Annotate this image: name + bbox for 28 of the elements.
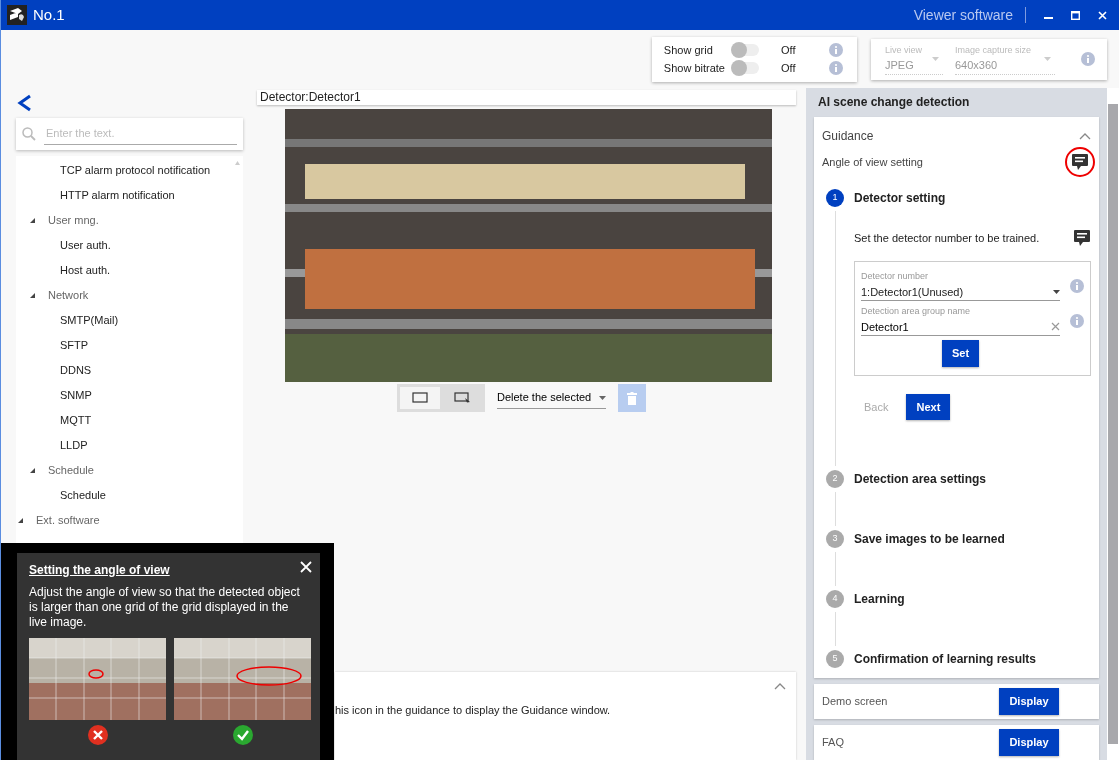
guidance-title: Guidance [822,128,874,145]
step-number: 2 [826,470,844,488]
dropdown-field: Live view JPEG [885,43,943,75]
popup-text: Adjust the angle of view so that the detected object is larger than one grid of the grid displayed in the live image. [29,585,301,630]
link-label: Demo screen [822,694,888,710]
option-label: Show grid [663,42,714,58]
option-value: Off [781,42,797,58]
app-name: Viewer software [913,5,1013,25]
window-title: No.1 [33,4,65,25]
instruction-text: Set the detector number to be trained. [854,230,1040,246]
dropdown-field: Image capture size 640x360 [955,43,1055,75]
option-value: Off [781,61,797,76]
step-number: 3 [826,530,844,548]
link-label: FAQ [822,735,844,751]
step-number: 1 [826,189,844,207]
option-label: Show bitrate [663,61,725,76]
hint-text: his icon in the guidance to display the Guidance window. [335,704,611,716]
guidance-subtitle: Angle of view setting [822,154,923,170]
panel-title: AI scene change detection [817,94,971,111]
field-label: Detection area group name [861,305,972,318]
step-title: Learning [854,591,906,608]
step-title: Confirmation of learning results [854,651,1037,668]
step-number: 4 [826,590,844,608]
step-number: 5 [826,650,844,668]
detector-label: Detector:Detector1 [257,90,796,105]
step-title: Save images to be learned [854,531,1006,548]
step-title: Detector setting [854,190,947,207]
step-title: Detection area settings [854,471,988,488]
